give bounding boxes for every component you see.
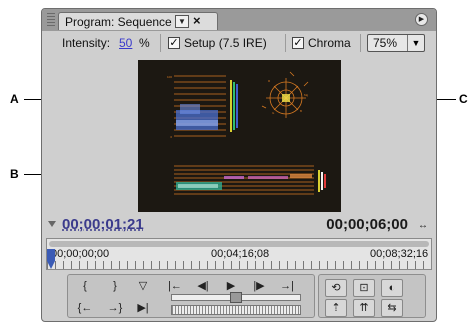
- callout-a: A: [10, 92, 19, 106]
- mark-in-icon[interactable]: {: [76, 279, 94, 293]
- mark-out-icon[interactable]: }: [106, 279, 124, 293]
- go-to-prev-edit-icon[interactable]: {←: [76, 301, 94, 315]
- svg-text:B: B: [300, 109, 302, 113]
- trim-monitor-icon[interactable]: ⇆: [381, 299, 403, 317]
- go-to-in-icon[interactable]: |←: [166, 279, 184, 293]
- zoom-value: 75%: [373, 36, 398, 50]
- tab-close-icon[interactable]: ×: [193, 13, 201, 28]
- chroma-label: Chroma: [308, 36, 351, 50]
- play-icon[interactable]: ▶: [222, 279, 240, 293]
- set-marker-icon[interactable]: ▽: [134, 279, 152, 293]
- fit-to-window-icon[interactable]: ↔: [418, 220, 428, 231]
- shuttle-slider[interactable]: [171, 292, 301, 303]
- chevron-down-icon: ▼: [407, 35, 424, 51]
- panel-titlebar: Program: Sequence 02 ▼ × ▶: [42, 9, 436, 31]
- step-back-icon[interactable]: ◀|: [194, 279, 212, 293]
- duration-timecode: 00;00;06;00: [326, 216, 408, 233]
- transport-controls: { } ▽ {← →} ▶| |← ◀| ▶ |▶ →|: [67, 274, 315, 318]
- disclosure-triangle-icon[interactable]: [48, 221, 56, 227]
- step-forward-icon[interactable]: |▶: [250, 279, 268, 293]
- svg-text:G: G: [272, 111, 275, 115]
- zoom-select[interactable]: 75% ▼: [367, 34, 425, 52]
- intensity-value[interactable]: 50: [119, 36, 132, 50]
- tab-menu-dropdown-icon[interactable]: ▼: [175, 15, 189, 28]
- ruler-ticks: [47, 261, 431, 269]
- jog-wheel[interactable]: [171, 305, 301, 315]
- output-icon[interactable]: ◐: [381, 279, 403, 297]
- tab-program-sequence[interactable]: Program: Sequence 02 ▼ ×: [58, 12, 218, 30]
- go-to-next-edit-icon[interactable]: →}: [106, 301, 124, 315]
- extract-icon[interactable]: ⇈: [353, 299, 375, 317]
- scope-options-bar: Intensity: 50 % ✓ Setup (7.5 IRE) ✓ Chro…: [42, 31, 436, 55]
- callout-c: C: [459, 92, 468, 106]
- svg-text:100: 100: [167, 75, 172, 79]
- tab-label: Program: Sequence 02: [65, 15, 189, 29]
- svg-text:Mg: Mg: [304, 93, 308, 97]
- ruler-mark-start: 00;00;00;00: [51, 248, 110, 260]
- shuttle-handle[interactable]: [230, 292, 242, 303]
- go-to-out-icon[interactable]: →|: [278, 279, 296, 293]
- chroma-checkbox[interactable]: ✓: [292, 37, 304, 49]
- divider: [285, 34, 286, 52]
- divider: [360, 34, 361, 52]
- panel-menu-icon[interactable]: ▶: [415, 13, 428, 26]
- program-monitor-panel: Program: Sequence 02 ▼ × ▶ Intensity: 50…: [41, 8, 437, 322]
- svg-text:R: R: [268, 79, 271, 83]
- zoom-scroll-bar[interactable]: [49, 241, 429, 247]
- edit-controls: ⟲ ⊡ ◐ ⇡ ⇈ ⇆: [318, 274, 426, 318]
- play-in-to-out-icon[interactable]: ▶|: [134, 301, 152, 315]
- time-ruler[interactable]: 00;00;00;00 00;04;16;08 00;08;32;16: [46, 238, 432, 270]
- intensity-label: Intensity:: [62, 36, 111, 50]
- setup-checkbox[interactable]: ✓: [168, 37, 180, 49]
- ruler-mark-end: 00;08;32;16: [370, 248, 429, 260]
- setup-label: Setup (7.5 IRE): [184, 36, 267, 50]
- safe-margins-icon[interactable]: ⊡: [353, 279, 375, 297]
- intensity-unit: %: [139, 36, 150, 50]
- scope-display: 100 0 R Mg G B: [167, 71, 326, 195]
- callout-b: B: [10, 167, 19, 181]
- panel-gripper-icon[interactable]: [47, 13, 55, 27]
- timecode-row: 00;00;01;21 00;00;06;00 ↔: [42, 214, 436, 236]
- svg-text:0: 0: [170, 135, 172, 139]
- program-viewer[interactable]: 100 0 R Mg G B: [138, 60, 341, 212]
- loop-icon[interactable]: ⟲: [325, 279, 347, 297]
- ruler-mark-mid: 00;04;16;08: [211, 248, 270, 260]
- lift-icon[interactable]: ⇡: [325, 299, 347, 317]
- current-timecode[interactable]: 00;00;01;21: [62, 216, 144, 233]
- divider: [160, 34, 161, 52]
